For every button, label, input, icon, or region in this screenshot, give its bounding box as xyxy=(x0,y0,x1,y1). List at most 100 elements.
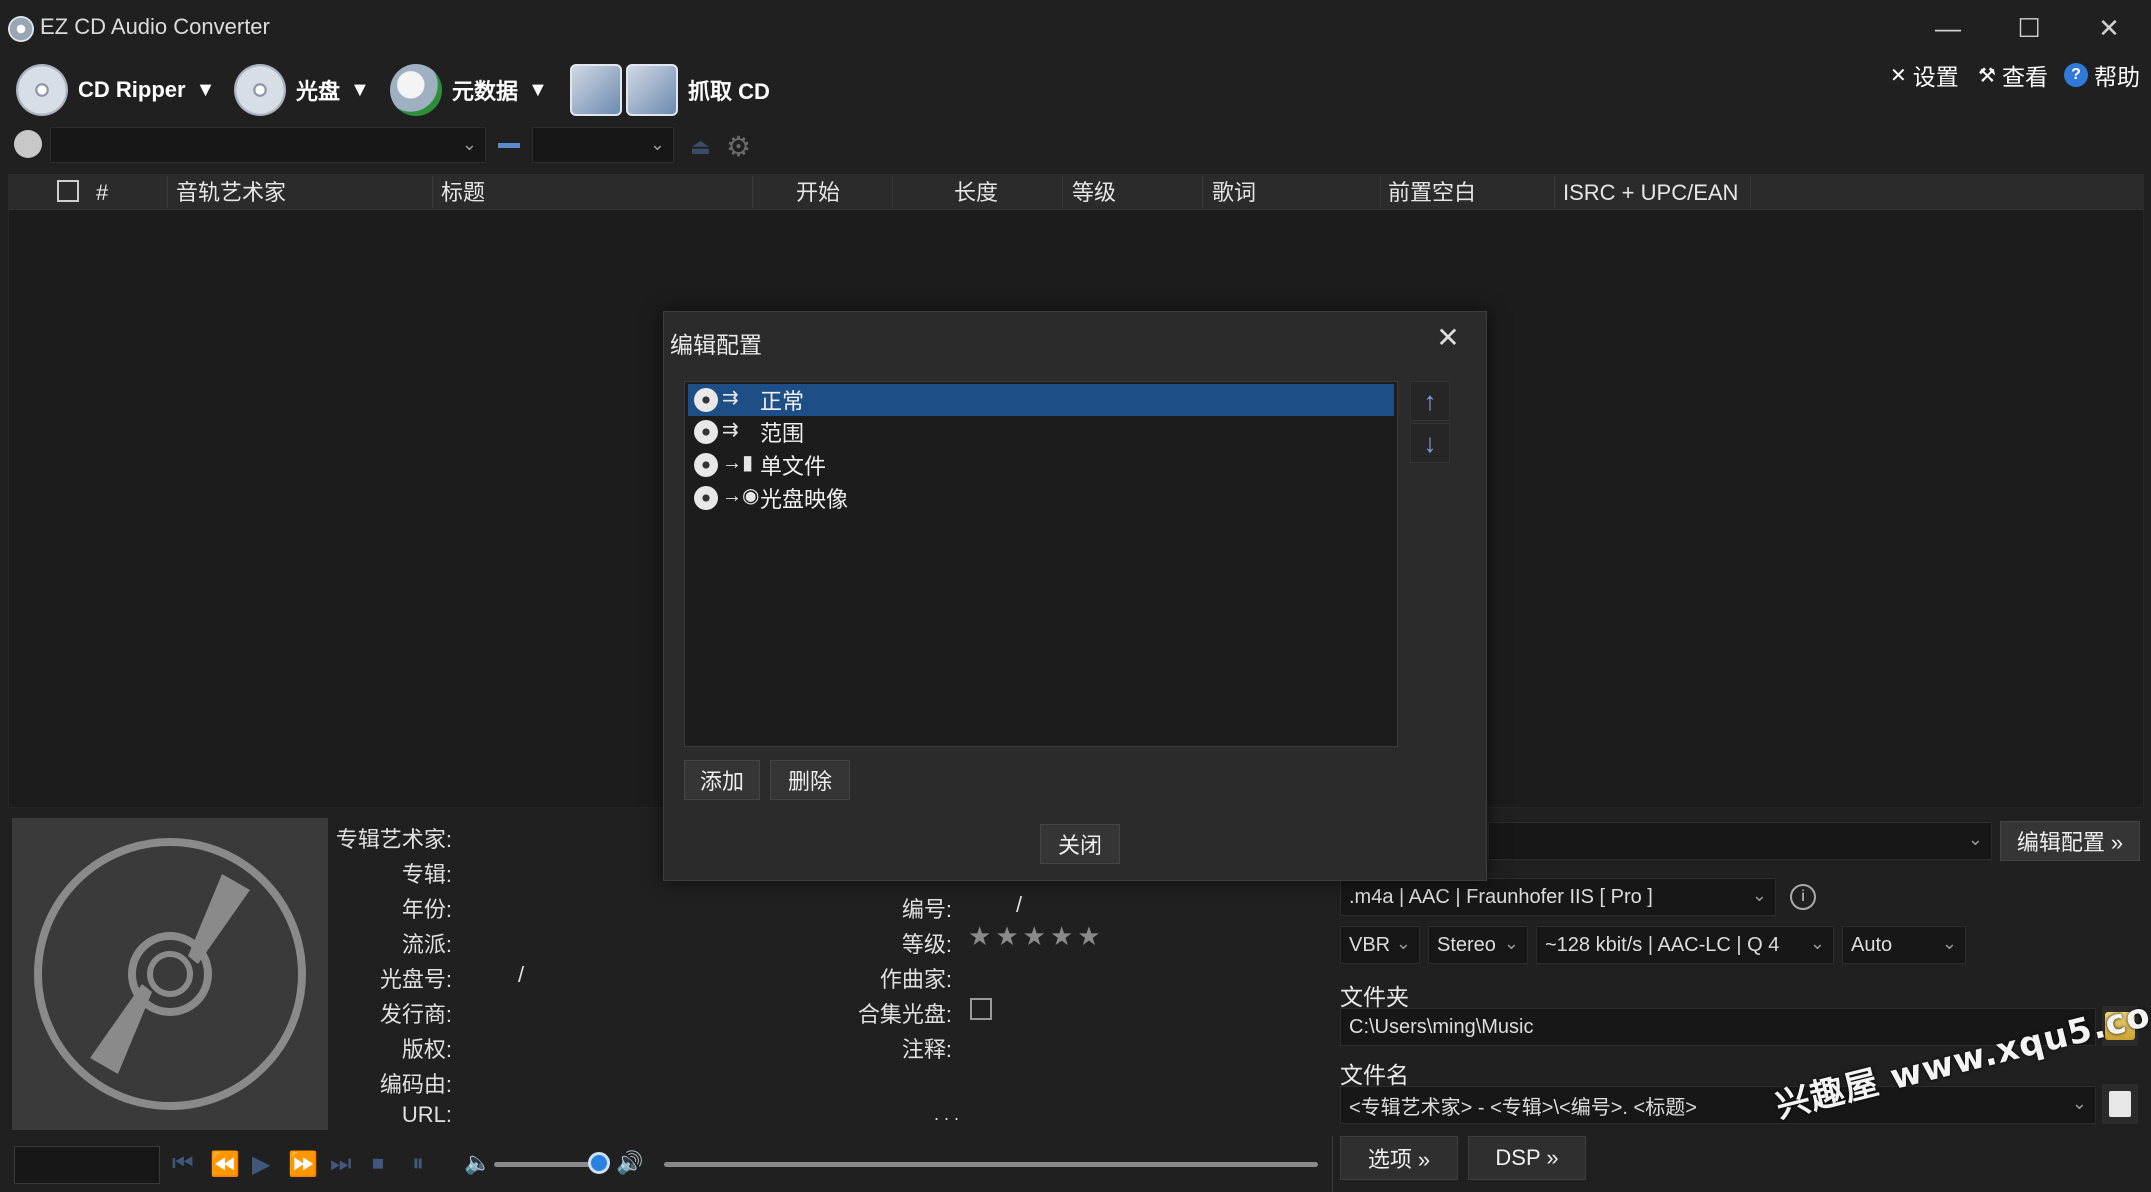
options-button[interactable]: 选项 » xyxy=(1340,1136,1458,1180)
panel-divider xyxy=(1332,1136,1333,1192)
column-divider[interactable] xyxy=(1380,176,1381,208)
quality-select[interactable]: ~128 kbit/s | AAC-LC | Q 4 ⌄ xyxy=(1536,926,1834,964)
column-divider[interactable] xyxy=(892,176,893,208)
compilation-checkbox[interactable] xyxy=(970,998,992,1020)
chevron-down-icon: ⌄ xyxy=(1809,933,1825,953)
profile-item-disc-image[interactable]: →◉ 光盘映像 xyxy=(688,482,1394,514)
chevron-down-icon: ⌄ xyxy=(1395,933,1411,953)
column-divider[interactable] xyxy=(1554,176,1555,208)
skip-back-icon[interactable]: ⏮ xyxy=(172,1150,194,1178)
disc-button[interactable]: 光盘 ▼ xyxy=(234,58,370,122)
help-menu[interactable]: ? 帮助 xyxy=(2064,60,2140,90)
rewind-icon[interactable]: ⏪ xyxy=(210,1150,240,1179)
gear-icon[interactable]: ⚙ xyxy=(726,130,751,163)
url-label: URL: xyxy=(401,1102,452,1127)
sample-rate-select[interactable]: Auto ⌄ xyxy=(1842,926,1966,964)
chevron-down-icon: ⌄ xyxy=(1503,933,1519,953)
volume-slider-handle[interactable] xyxy=(588,1152,610,1174)
column-divider[interactable] xyxy=(1202,176,1203,208)
move-up-button[interactable]: ↑ xyxy=(1410,381,1450,421)
number-value[interactable]: / xyxy=(1016,892,1022,918)
move-down-button[interactable]: ↓ xyxy=(1410,423,1450,463)
volume-slider[interactable] xyxy=(494,1162,598,1167)
close-window-button[interactable]: ✕ xyxy=(2076,8,2142,48)
dialog-close-icon[interactable]: ✕ xyxy=(1432,322,1464,354)
column-divider[interactable] xyxy=(167,176,168,208)
filename-input[interactable]: <专辑艺术家> - <专辑>\<编号>. <标题> ⌄ xyxy=(1340,1086,2096,1124)
seek-slider[interactable] xyxy=(664,1162,1318,1167)
settings-label: 设置 xyxy=(1912,64,1959,90)
mode-select[interactable]: VBR ⌄ xyxy=(1340,926,1420,964)
profile-select[interactable]: ⌄ xyxy=(1488,822,1992,860)
dialog-close-button[interactable]: 关闭 xyxy=(1040,824,1120,864)
format-select[interactable]: .m4a | AAC | Fraunhofer IIS [ Pro ] ⌄ xyxy=(1340,878,1776,916)
chevron-down-icon[interactable]: ▼ xyxy=(528,79,548,102)
speed-select[interactable]: ⌄ xyxy=(532,127,674,163)
folder-title: 文件夹 xyxy=(1340,984,1409,1010)
select-all-checkbox[interactable] xyxy=(57,180,79,202)
help-label: 帮助 xyxy=(2094,64,2140,90)
cd-ripper-button[interactable]: CD Ripper ▼ xyxy=(16,58,215,122)
dialog-title: 编辑配置 xyxy=(670,332,762,358)
drive-link-icon xyxy=(498,143,520,148)
delete-profile-button[interactable]: 删除 xyxy=(770,760,850,800)
maximize-button[interactable]: ☐ xyxy=(1996,8,2062,48)
column-title[interactable]: 标题 xyxy=(441,178,485,208)
profile-item-range[interactable]: ⇉ 范围 xyxy=(688,416,1394,448)
fast-forward-icon[interactable]: ⏩ xyxy=(288,1150,318,1179)
info-icon[interactable]: i xyxy=(1790,884,1816,910)
edit-document-icon xyxy=(2109,1091,2131,1117)
column-number[interactable]: # xyxy=(96,178,108,208)
column-rating[interactable]: 等级 xyxy=(1072,178,1116,208)
settings-menu[interactable]: ✕ 设置 xyxy=(1890,60,1959,90)
cd-placeholder-icon xyxy=(34,838,306,1110)
column-start[interactable]: 开始 xyxy=(796,178,840,208)
play-icon[interactable]: ▶ xyxy=(252,1150,270,1179)
chevron-down-icon[interactable]: ▼ xyxy=(196,79,216,102)
column-isrc[interactable]: ISRC + UPC/EAN xyxy=(1563,178,1738,208)
column-divider[interactable] xyxy=(1062,176,1063,208)
profile-item-single-file[interactable]: →▮ 单文件 xyxy=(688,449,1394,481)
channels-select[interactable]: Stereo ⌄ xyxy=(1428,926,1528,964)
chevron-down-icon[interactable]: ▼ xyxy=(350,79,370,102)
skip-forward-icon[interactable]: ⏭ xyxy=(330,1150,352,1178)
column-lyrics[interactable]: 歌词 xyxy=(1212,178,1256,208)
add-profile-button[interactable]: 添加 xyxy=(684,760,760,800)
disc-number-value[interactable]: / xyxy=(518,962,524,988)
disc-number-label: 光盘号: xyxy=(379,967,452,992)
dsp-button[interactable]: DSP » xyxy=(1468,1136,1586,1180)
star-icon[interactable]: ★ xyxy=(995,921,1018,952)
stop-icon[interactable]: ⏹ xyxy=(372,1150,384,1178)
edit-profile-button[interactable]: 编辑配置 » xyxy=(2000,821,2140,861)
year-label: 年份: xyxy=(401,897,452,922)
column-divider[interactable] xyxy=(752,176,753,208)
star-icon[interactable]: ★ xyxy=(968,921,991,952)
column-length[interactable]: 长度 xyxy=(954,178,998,208)
more-fields-dots[interactable]: . . . xyxy=(934,1104,959,1125)
rating-stars[interactable]: ★ ★ ★ ★ ★ xyxy=(968,921,1101,952)
pause-icon[interactable]: ⏸ xyxy=(412,1150,424,1178)
disc-label: 光盘 xyxy=(296,79,341,104)
eject-icon[interactable]: ⏏ xyxy=(690,134,711,160)
edit-filename-button[interactable] xyxy=(2102,1084,2138,1124)
view-menu[interactable]: ⚒ 查看 xyxy=(1978,60,2048,90)
copyright-label: 版权: xyxy=(401,1037,452,1062)
format-value: .m4a | AAC | Fraunhofer IIS [ Pro ] xyxy=(1349,885,1653,908)
rip-cd-button[interactable]: 抓取 CD xyxy=(570,58,770,122)
metadata-button[interactable]: 元数据 ▼ xyxy=(390,58,548,122)
album-art[interactable] xyxy=(12,818,328,1130)
metadata-label: 元数据 xyxy=(452,79,519,104)
column-track-artist[interactable]: 音轨艺术家 xyxy=(176,178,286,208)
column-divider[interactable] xyxy=(432,176,433,208)
star-icon[interactable]: ★ xyxy=(1050,921,1073,952)
number-label: 编号: xyxy=(901,897,952,922)
star-icon[interactable]: ★ xyxy=(1077,921,1100,952)
drive-select[interactable]: ⌄ xyxy=(50,127,486,163)
profile-item-label: 范围 xyxy=(760,421,805,446)
column-pregap[interactable]: 前置空白 xyxy=(1388,178,1476,208)
minimize-button[interactable]: — xyxy=(1915,8,1981,48)
column-divider[interactable] xyxy=(1750,176,1751,208)
star-icon[interactable]: ★ xyxy=(1023,921,1046,952)
title-bar xyxy=(0,0,2151,56)
profile-item-normal[interactable]: ⇉ 正常 xyxy=(688,384,1394,416)
